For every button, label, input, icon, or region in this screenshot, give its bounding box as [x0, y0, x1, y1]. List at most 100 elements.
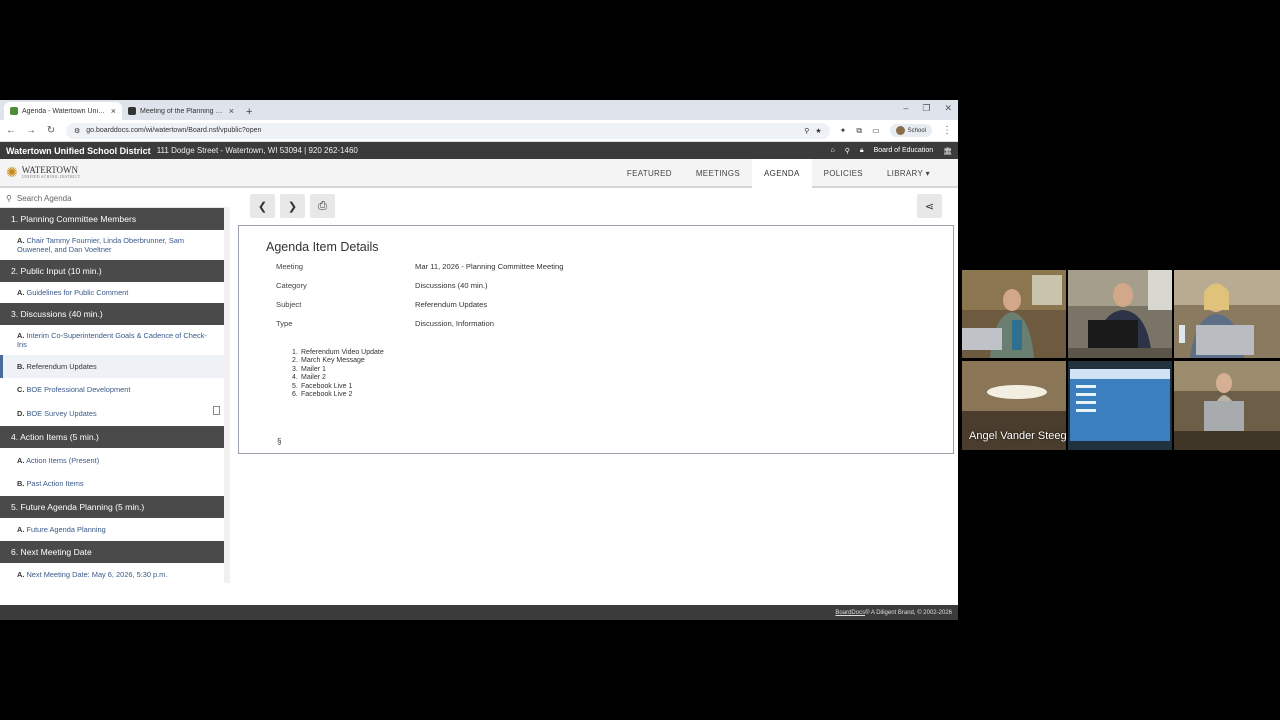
printer-icon: ⎙: [318, 199, 327, 212]
minimize-icon[interactable]: –: [903, 103, 908, 114]
agenda-toolbar: ❮ ❯ ⎙: [250, 194, 335, 218]
list-item: 3. Mailer 1: [292, 366, 384, 374]
agenda-section-6[interactable]: 6. Next Meeting Date: [0, 541, 224, 563]
institution-icon[interactable]: 🏛︎: [943, 147, 952, 155]
agenda-sidebar: ⚲ Search Agenda 1. Planning Committee Me…: [0, 189, 224, 587]
favicon-icon: [10, 107, 18, 115]
sidebar-scrollbar[interactable]: [224, 207, 230, 583]
home-icon[interactable]: ⌂: [830, 147, 834, 154]
video-tile-5: [1068, 361, 1172, 450]
tab-bar: Agenda - Watertown Unified S... × Meetin…: [0, 100, 958, 120]
page-footer: BoardDocs ® A Diligent Brand, © 2002-2026: [0, 605, 958, 620]
video-tile-3: [1174, 270, 1280, 358]
previous-item-button[interactable]: ❮: [250, 194, 275, 218]
menu-kebab-icon[interactable]: ⋮: [942, 125, 952, 136]
agenda-item-6a[interactable]: A. Next Meeting Date: May 6, 2026, 5:30 …: [0, 563, 224, 585]
forward-icon[interactable]: →: [26, 125, 36, 136]
district-name: Watertown Unified School District: [6, 145, 151, 156]
agenda-search-input[interactable]: Search Agenda: [17, 194, 72, 203]
item-text: Future Agenda Planning: [26, 525, 106, 534]
agenda-item-details: Agenda Item Details Meeting Mar 11, 2026…: [238, 225, 954, 454]
list-number: 4.: [292, 374, 298, 382]
item-letter: A.: [17, 570, 25, 579]
item-letter: C.: [17, 385, 25, 394]
nav-featured[interactable]: FEATURED: [615, 159, 684, 188]
zoom-icon[interactable]: ⚲: [804, 127, 809, 135]
search-icon[interactable]: ⚲: [845, 147, 850, 155]
agenda-item-2a[interactable]: A. Guidelines for Public Comment: [0, 282, 224, 303]
agenda-item-1a[interactable]: A. Chair Tammy Fournier, Linda Oberbrunn…: [0, 230, 224, 260]
video-tile-6: [1174, 361, 1280, 450]
nav-library-label: LIBRARY: [886, 169, 924, 178]
new-tab-icon[interactable]: +: [246, 106, 252, 118]
item-letter: A.: [17, 456, 25, 465]
item-text: Past Action Items: [26, 479, 84, 488]
agenda-item-5a[interactable]: A. Future Agenda Planning: [0, 518, 224, 541]
browser-tab-meeting[interactable]: Meeting of the Planning Comm... ×: [122, 102, 240, 120]
item-text: Guidelines for Public Comment: [26, 288, 129, 297]
url-field[interactable]: ⚙ go.boarddocs.com/wi/watertown/Board.ns…: [66, 122, 830, 139]
agenda-item-3b[interactable]: B. Referendum Updates: [0, 355, 224, 378]
reload-icon[interactable]: ↻: [46, 125, 56, 136]
address-bar-row: ← → ↻ ⚙ go.boarddocs.com/wi/watertown/Bo…: [0, 120, 958, 142]
print-button[interactable]: ⎙: [310, 194, 335, 218]
detail-value-category: Discussions (40 min.): [415, 281, 488, 290]
district-header: Watertown Unified School District 111 Do…: [0, 142, 958, 159]
list-item: 2. March Key Message: [292, 357, 384, 365]
puzzle-icon[interactable]: ⧉: [856, 126, 862, 136]
screen: Agenda - Watertown Unified S... × Meetin…: [0, 0, 1280, 720]
nav-policies[interactable]: POLICIES: [812, 159, 875, 188]
agenda-item-3c[interactable]: C. BOE Professional Development: [0, 378, 224, 401]
profile-button[interactable]: School: [889, 124, 932, 137]
logo-mark-icon: ✺: [6, 164, 18, 180]
lock-icon[interactable]: 🔒︎: [860, 147, 864, 155]
speaker-name-label: Angel Vander Steeg: [969, 430, 1067, 442]
browser-tab-agenda[interactable]: Agenda - Watertown Unified S... ×: [4, 102, 122, 120]
detail-label-meeting: Meeting: [276, 262, 304, 271]
close-window-icon[interactable]: ✕: [944, 103, 952, 114]
share-button[interactable]: ⋖: [917, 194, 942, 218]
item-text: Chair Tammy Fournier, Linda Oberbrunner,…: [17, 236, 185, 254]
close-tab-icon[interactable]: ×: [229, 106, 234, 116]
extension-icon[interactable]: ✦: [840, 126, 847, 136]
chevron-right-icon: ❯: [287, 200, 298, 213]
list-text: Referendum Video Update: [301, 349, 384, 356]
chevron-left-icon: ❮: [257, 200, 268, 213]
list-number: 6.: [292, 391, 298, 399]
restore-icon[interactable]: ❐: [922, 103, 930, 114]
district-logo[interactable]: ✺ WATERTOWN UNIFIED SCHOOL DISTRICT: [0, 164, 81, 181]
agenda-section-3[interactable]: 3. Discussions (40 min.): [0, 303, 224, 325]
nav-meetings[interactable]: MEETINGS: [684, 159, 752, 188]
list-text: Mailer 1: [301, 365, 326, 373]
next-item-button[interactable]: ❯: [280, 194, 305, 218]
site-info-icon[interactable]: ⚙: [74, 127, 80, 135]
agenda-item-4a[interactable]: A. Action Items (Present): [0, 448, 224, 472]
agenda-item-4b[interactable]: B. Past Action Items: [0, 472, 224, 496]
boarddocs-link[interactable]: BoardDocs: [835, 610, 865, 616]
agenda-section-4[interactable]: 4. Action Items (5 min.): [0, 426, 224, 448]
attachment-icon[interactable]: [213, 406, 220, 415]
agenda-section-5[interactable]: 5. Future Agenda Planning (5 min.): [0, 496, 224, 518]
list-text: Facebook Live 2: [301, 391, 353, 399]
agenda-item-3a[interactable]: A. Interim Co-Superintendent Goals & Cad…: [0, 325, 224, 355]
bookmark-star-icon[interactable]: ★: [815, 127, 821, 135]
close-tab-icon[interactable]: ×: [111, 106, 116, 116]
agenda-item-3d[interactable]: D. BOE Survey Updates: [0, 401, 224, 426]
nav-agenda[interactable]: AGENDA: [752, 159, 812, 188]
list-number: 1.: [292, 349, 298, 356]
detail-value-subject: Referendum Updates: [415, 300, 488, 309]
list-number: 2.: [292, 357, 298, 365]
agenda-section-2[interactable]: 2. Public Input (10 min.): [0, 260, 224, 282]
site-nav-row: ✺ WATERTOWN UNIFIED SCHOOL DISTRICT FEATU…: [0, 159, 958, 188]
agenda-section-1[interactable]: 1. Planning Committee Members: [0, 208, 224, 230]
item-text: BOE Survey Updates: [26, 409, 97, 418]
nav-library[interactable]: LIBRARY ▾: [875, 159, 942, 188]
chevron-down-icon: ▾: [925, 169, 930, 178]
agenda-search[interactable]: ⚲ Search Agenda: [0, 189, 224, 208]
split-view-icon[interactable]: ▭: [872, 126, 880, 136]
item-letter: A.: [17, 236, 25, 245]
back-icon[interactable]: ←: [6, 125, 16, 136]
board-name[interactable]: Board of Education: [874, 147, 934, 154]
detail-value-type: Discussion, Information: [415, 319, 494, 328]
item-letter: A.: [17, 288, 25, 297]
